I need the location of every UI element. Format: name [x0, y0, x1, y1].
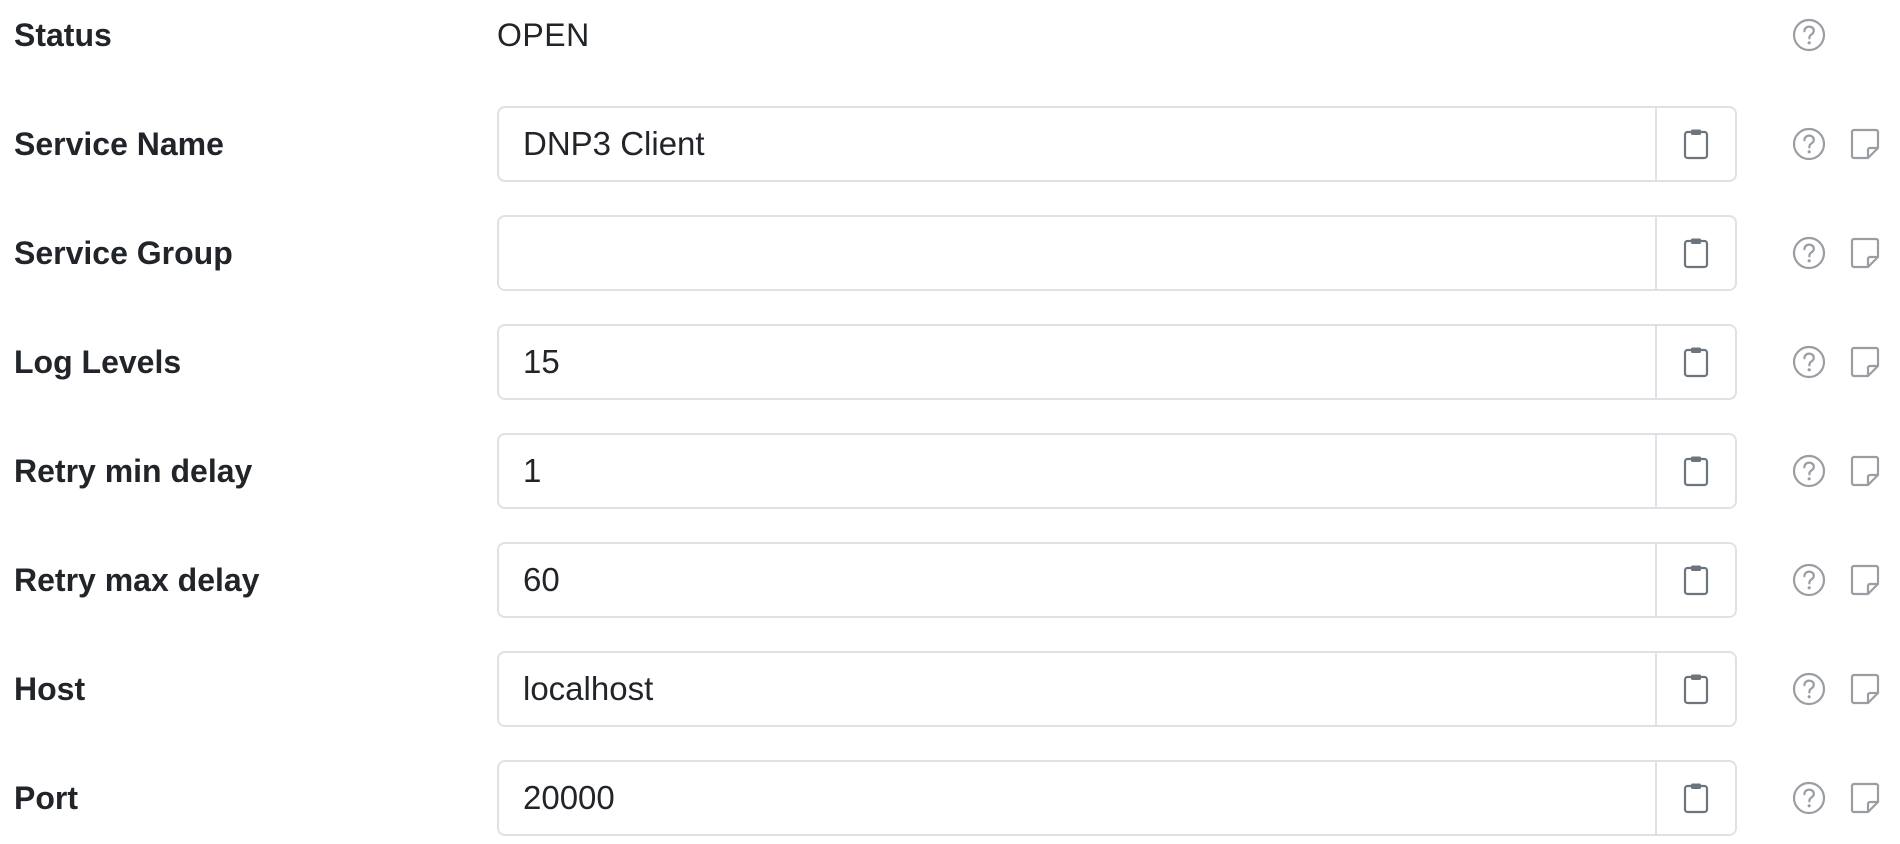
- copy-button[interactable]: [1655, 653, 1735, 725]
- status-value: OPEN: [497, 17, 590, 53]
- sticky-note-icon[interactable]: [1850, 455, 1880, 487]
- clipboard-icon: [1683, 347, 1709, 378]
- status-label: Status: [14, 17, 112, 53]
- input-group: [497, 106, 1737, 182]
- help-icon[interactable]: [1792, 454, 1826, 488]
- sticky-note-icon[interactable]: [1850, 128, 1880, 160]
- retry-min-delay-input[interactable]: [499, 435, 1655, 507]
- help-icon[interactable]: [1792, 236, 1826, 270]
- help-icon[interactable]: [1792, 672, 1826, 706]
- service-group-input[interactable]: [499, 217, 1655, 289]
- field-row-retry-min-delay: Retry min delay: [0, 433, 1900, 509]
- log-levels-input[interactable]: [499, 326, 1655, 398]
- input-group: [497, 433, 1737, 509]
- host-input[interactable]: [499, 653, 1655, 725]
- copy-button[interactable]: [1655, 326, 1735, 398]
- input-group: [497, 324, 1737, 400]
- input-group: [497, 542, 1737, 618]
- field-row-log-levels: Log Levels: [0, 324, 1900, 400]
- sticky-note-icon[interactable]: [1850, 237, 1880, 269]
- clipboard-icon: [1683, 565, 1709, 596]
- help-icon[interactable]: [1792, 345, 1826, 379]
- help-icon[interactable]: [1792, 563, 1826, 597]
- copy-button[interactable]: [1655, 435, 1735, 507]
- field-label: Port: [14, 780, 78, 816]
- field-label: Retry max delay: [14, 562, 260, 598]
- input-group: [497, 215, 1737, 291]
- copy-button[interactable]: [1655, 544, 1735, 616]
- port-input[interactable]: [499, 762, 1655, 834]
- clipboard-icon: [1683, 456, 1709, 487]
- sticky-note-icon[interactable]: [1850, 346, 1880, 378]
- field-row-service-name: Service Name: [0, 106, 1900, 182]
- sticky-note-icon[interactable]: [1850, 673, 1880, 705]
- sticky-note-icon[interactable]: [1850, 782, 1880, 814]
- clipboard-icon: [1683, 129, 1709, 160]
- field-row-host: Host: [0, 651, 1900, 727]
- field-label: Service Group: [14, 235, 233, 271]
- field-row-service-group: Service Group: [0, 215, 1900, 291]
- clipboard-icon: [1683, 238, 1709, 269]
- status-help-icon[interactable]: [1792, 18, 1826, 52]
- help-icon[interactable]: [1792, 127, 1826, 161]
- field-row-retry-max-delay: Retry max delay: [0, 542, 1900, 618]
- field-label: Service Name: [14, 126, 224, 162]
- input-group: [497, 651, 1737, 727]
- copy-button[interactable]: [1655, 217, 1735, 289]
- field-label: Host: [14, 671, 86, 707]
- field-label: Log Levels: [14, 344, 182, 380]
- sticky-note-icon[interactable]: [1850, 564, 1880, 596]
- field-row-port: Port: [0, 760, 1900, 836]
- field-label: Retry min delay: [14, 453, 253, 489]
- clipboard-icon: [1683, 674, 1709, 705]
- status-row: Status OPEN: [0, 0, 1900, 76]
- help-icon[interactable]: [1792, 781, 1826, 815]
- clipboard-icon: [1683, 783, 1709, 814]
- copy-button[interactable]: [1655, 108, 1735, 180]
- service-name-input[interactable]: [499, 108, 1655, 180]
- copy-button[interactable]: [1655, 762, 1735, 834]
- input-group: [497, 760, 1737, 836]
- retry-max-delay-input[interactable]: [499, 544, 1655, 616]
